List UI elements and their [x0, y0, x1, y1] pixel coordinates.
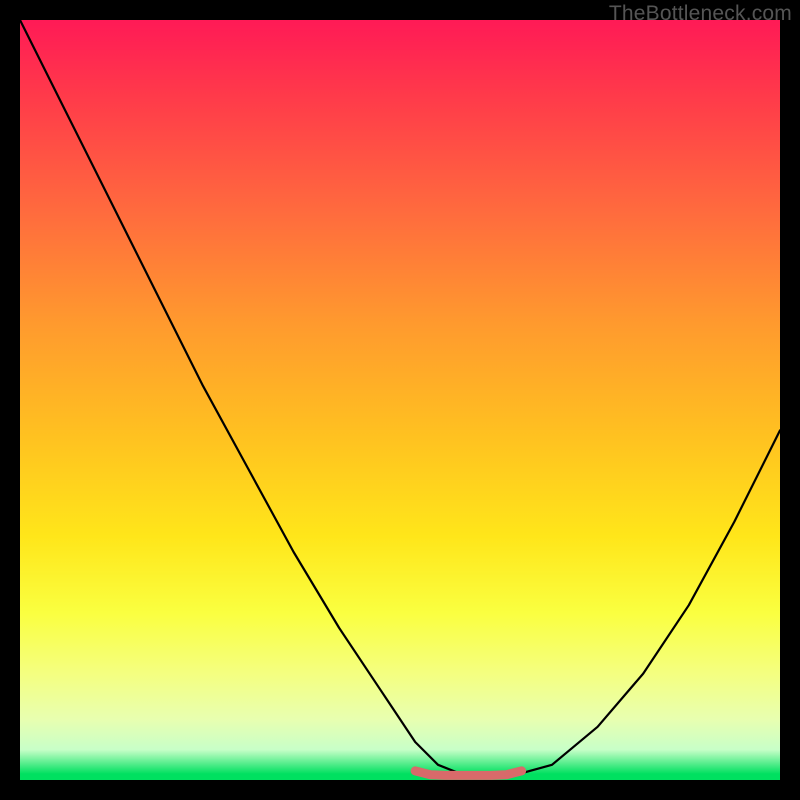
stage: TheBottleneck.com	[0, 0, 800, 800]
plot-area	[20, 20, 780, 780]
chart-svg	[20, 20, 780, 780]
bottleneck-curve	[20, 20, 780, 775]
floor-marker	[415, 771, 521, 776]
